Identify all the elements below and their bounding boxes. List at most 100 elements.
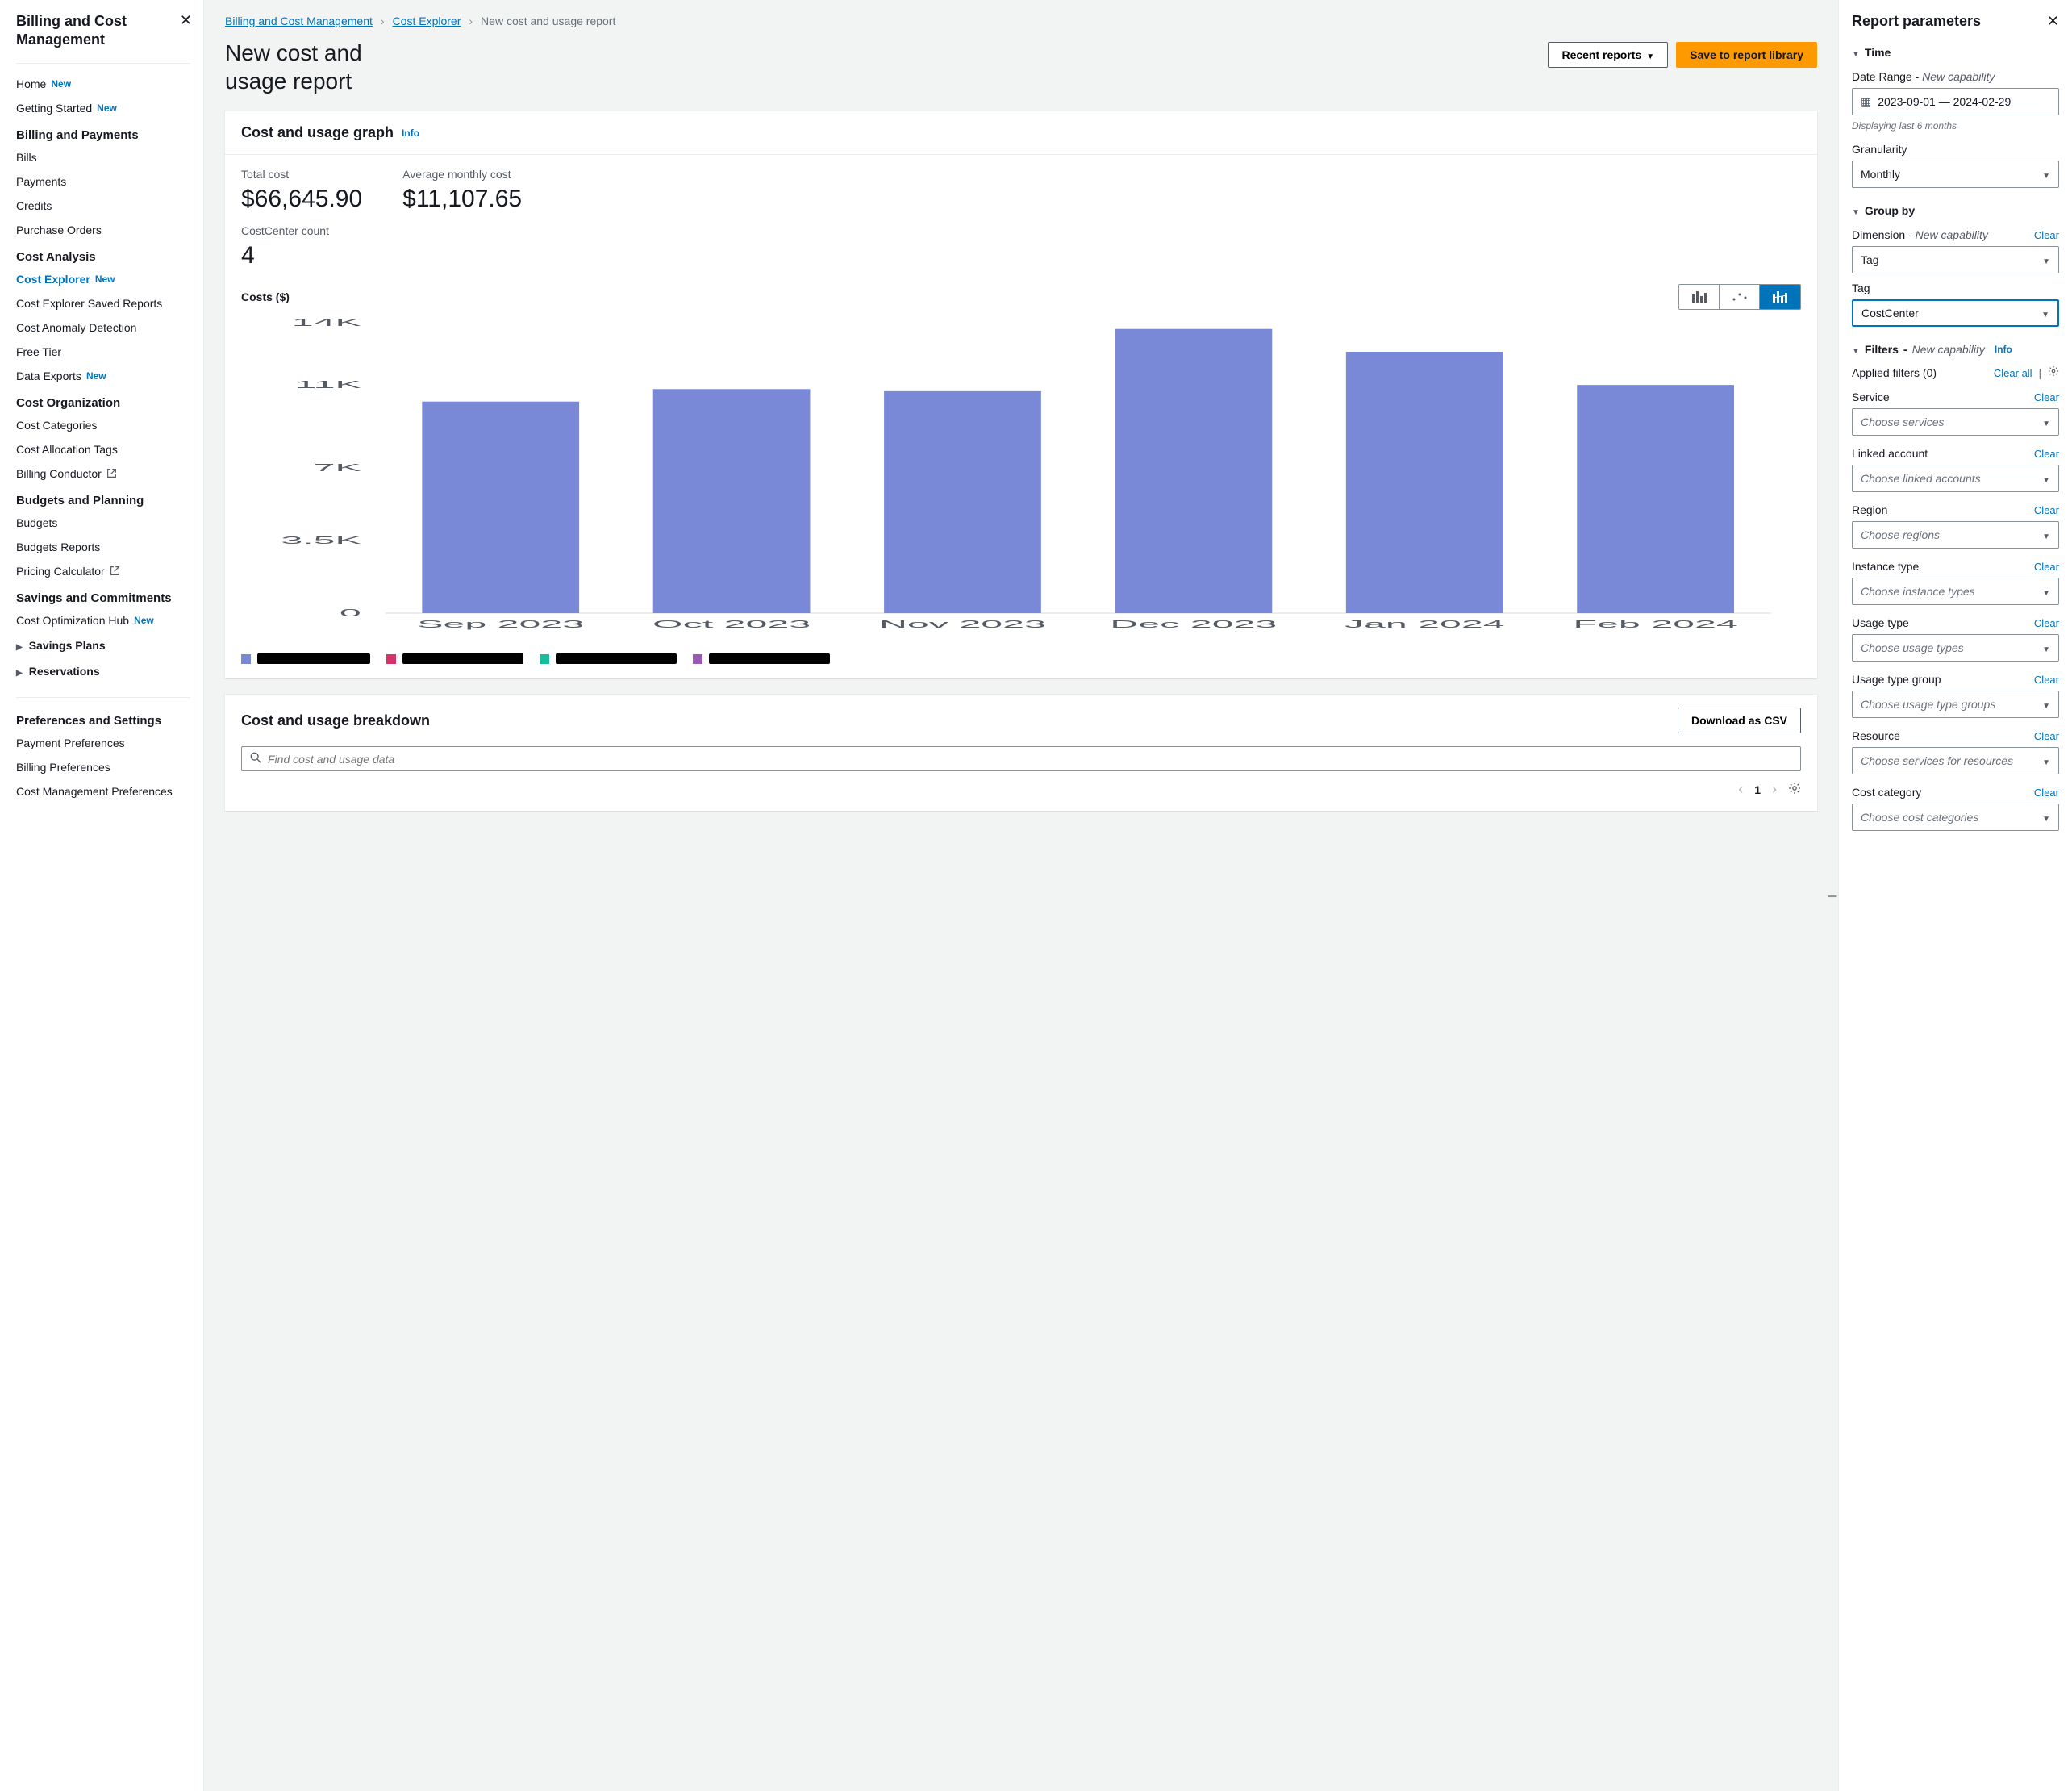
filters-section-toggle[interactable]: Filters - New capability Info xyxy=(1852,343,2059,356)
sidebar-item[interactable]: Billing Conductor xyxy=(16,461,203,486)
sidebar-item[interactable]: Getting Started New xyxy=(16,96,203,120)
filter-clear[interactable]: Clear xyxy=(2034,561,2059,573)
bar-chart-toggle[interactable] xyxy=(1679,285,1720,309)
sidebar-item[interactable]: Cost Explorer New xyxy=(16,267,203,291)
sidebar-item[interactable]: Cost Allocation Tags xyxy=(16,437,203,461)
line-chart-toggle[interactable] xyxy=(1720,285,1760,309)
filter-clear[interactable]: Clear xyxy=(2034,674,2059,686)
sidebar-item[interactable]: Data Exports New xyxy=(16,364,203,388)
sidebar-item[interactable]: Pricing Calculator xyxy=(16,559,203,583)
chevron-down-icon xyxy=(2042,754,2050,767)
filter-select[interactable]: Choose regions xyxy=(1852,521,2059,549)
filter-select[interactable]: Choose instance types xyxy=(1852,578,2059,605)
svg-text:Dec 2023: Dec 2023 xyxy=(1110,618,1277,630)
chart-bar[interactable] xyxy=(653,389,811,613)
cost-usage-graph-card: Cost and usage graph Info Total cost $66… xyxy=(225,111,1817,678)
filter-clear[interactable]: Clear xyxy=(2034,448,2059,460)
clear-all-filters[interactable]: Clear all xyxy=(1994,367,2032,379)
sidebar-item[interactable]: Budgets xyxy=(16,511,203,535)
search-box[interactable] xyxy=(241,746,1801,771)
sidebar-item[interactable]: Payment Preferences xyxy=(16,731,203,755)
chart-bar[interactable] xyxy=(422,402,579,613)
date-range-caption: Displaying last 6 months xyxy=(1852,120,2059,132)
sidebar-item[interactable]: Payments xyxy=(16,169,203,194)
avg-cost-value: $11,107.65 xyxy=(402,186,522,213)
filter-clear[interactable]: Clear xyxy=(2034,730,2059,742)
sidebar-item[interactable]: Cost Anomaly Detection xyxy=(16,315,203,340)
sidebar-item[interactable]: Bills xyxy=(16,145,203,169)
report-parameters-panel: Report parameters ✕ Time Date Range - Ne… xyxy=(1838,0,2072,1791)
page-title: New cost and usage report xyxy=(225,39,402,95)
granularity-select[interactable]: Monthly xyxy=(1852,161,2059,188)
chart-bar[interactable] xyxy=(884,391,1041,613)
date-range-picker[interactable]: 2023-09-01 — 2024-02-29 xyxy=(1852,88,2059,115)
chart-bar[interactable] xyxy=(1346,352,1503,613)
tag-label: Tag xyxy=(1852,282,2059,294)
sidebar-item[interactable]: Budgets Reports xyxy=(16,535,203,559)
graph-card-title: Cost and usage graph xyxy=(241,124,394,141)
prev-page-button[interactable]: ‹ xyxy=(1738,781,1743,798)
breadcrumb-section[interactable]: Cost Explorer xyxy=(393,15,461,27)
download-csv-button[interactable]: Download as CSV xyxy=(1678,708,1801,733)
close-icon[interactable]: ✕ xyxy=(2047,13,2059,30)
info-link[interactable]: Info xyxy=(402,127,419,139)
sidebar-expand[interactable]: Reservations xyxy=(16,658,203,684)
legend-item[interactable] xyxy=(540,653,677,664)
filter-label: Usage type xyxy=(1852,616,1909,629)
legend-swatch xyxy=(386,654,396,664)
filter-clear[interactable]: Clear xyxy=(2034,617,2059,629)
tag-select[interactable]: CostCenter xyxy=(1852,299,2059,327)
sidebar-item-label: Cost Allocation Tags xyxy=(16,443,118,456)
filter-select[interactable]: Choose usage type groups xyxy=(1852,691,2059,718)
table-settings-icon[interactable] xyxy=(1788,782,1801,797)
groupby-section-toggle[interactable]: Group by xyxy=(1852,204,2059,217)
sidebar-item[interactable]: Cost Optimization Hub New xyxy=(16,608,203,632)
sidebar: Billing and Cost Management ✕ Home NewGe… xyxy=(0,0,204,1791)
chart-bar[interactable] xyxy=(1577,385,1734,613)
dimension-clear[interactable]: Clear xyxy=(2034,229,2059,241)
bar-icon xyxy=(1692,291,1707,303)
sidebar-item[interactable]: Free Tier xyxy=(16,340,203,364)
sidebar-item[interactable]: Billing Preferences xyxy=(16,755,203,779)
chevron-down-icon xyxy=(2042,641,2050,654)
stacked-bar-toggle[interactable] xyxy=(1760,285,1800,309)
sidebar-expand[interactable]: Savings Plans xyxy=(16,632,203,658)
filters-info-link[interactable]: Info xyxy=(1995,344,2012,355)
filter-clear[interactable]: Clear xyxy=(2034,391,2059,403)
stacked-bar-icon xyxy=(1773,291,1787,303)
recent-reports-button[interactable]: Recent reports xyxy=(1548,42,1668,68)
sidebar-item[interactable]: Cost Explorer Saved Reports xyxy=(16,291,203,315)
filter-placeholder: Choose services for resources xyxy=(1861,754,2013,767)
filter-preferences-icon[interactable] xyxy=(2048,366,2059,379)
date-range-label: Date Range xyxy=(1852,70,1912,83)
sidebar-item[interactable]: Purchase Orders xyxy=(16,218,203,242)
sidebar-close-icon[interactable]: ✕ xyxy=(180,12,192,29)
breadcrumb-home[interactable]: Billing and Cost Management xyxy=(225,15,373,27)
new-badge: New xyxy=(86,370,106,382)
chart-bar[interactable] xyxy=(1115,329,1272,613)
legend-item[interactable] xyxy=(241,653,370,664)
sidebar-item[interactable]: Cost Categories xyxy=(16,413,203,437)
time-section-toggle[interactable]: Time xyxy=(1852,46,2059,59)
filter-select[interactable]: Choose usage types xyxy=(1852,634,2059,662)
filter-select[interactable]: Choose linked accounts xyxy=(1852,465,2059,492)
sidebar-item[interactable]: Home New xyxy=(16,72,203,96)
next-page-button[interactable]: › xyxy=(1772,781,1777,798)
chevron-down-icon xyxy=(2042,811,2050,824)
legend-item[interactable] xyxy=(386,653,523,664)
filter-select[interactable]: Choose cost categories xyxy=(1852,804,2059,831)
filter-select[interactable]: Choose services for resources xyxy=(1852,747,2059,774)
sidebar-item-label: Billing Preferences xyxy=(16,761,110,774)
sidebar-item[interactable]: Credits xyxy=(16,194,203,218)
legend-item[interactable] xyxy=(693,653,830,664)
search-input[interactable] xyxy=(268,753,1792,766)
panel-resize-handle[interactable]: || xyxy=(1828,890,1838,901)
save-report-button[interactable]: Save to report library xyxy=(1676,42,1817,68)
filter-clear[interactable]: Clear xyxy=(2034,504,2059,516)
filter-select[interactable]: Choose services xyxy=(1852,408,2059,436)
dimension-select[interactable]: Tag xyxy=(1852,246,2059,273)
sidebar-item[interactable]: Cost Management Preferences xyxy=(16,779,203,804)
filter-clear[interactable]: Clear xyxy=(2034,787,2059,799)
filter-placeholder: Choose linked accounts xyxy=(1861,472,1981,485)
sidebar-group: Budgets and Planning xyxy=(16,486,203,511)
